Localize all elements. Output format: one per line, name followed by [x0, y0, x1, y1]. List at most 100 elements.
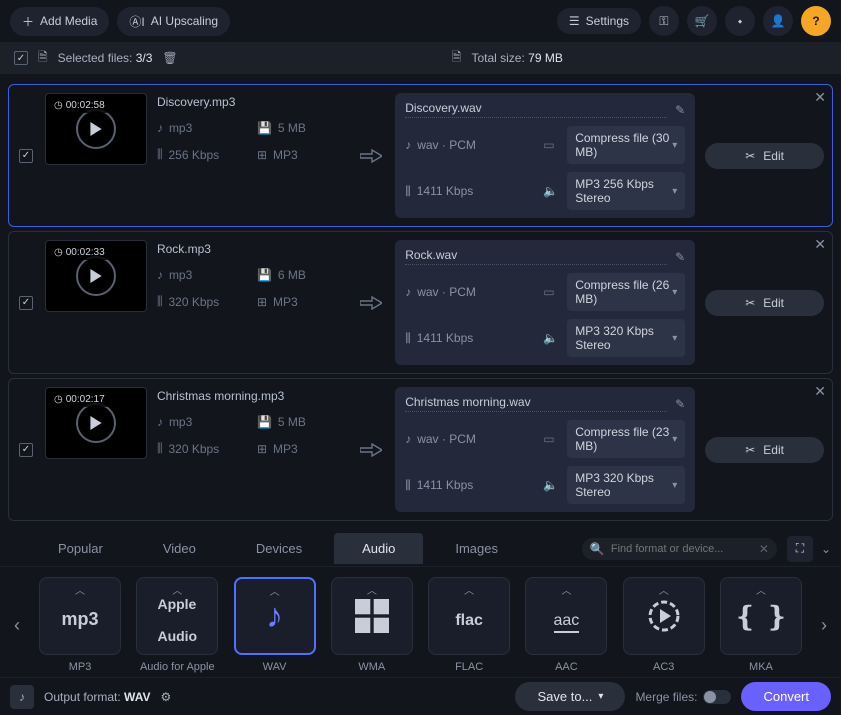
chevron-up-icon: ︿ — [756, 582, 766, 597]
file-thumbnail: ◷00:02:17 — [45, 387, 147, 459]
clear-button[interactable]: 🗑 — [162, 51, 177, 65]
key-icon: ⚿ — [659, 14, 668, 29]
remove-file-button[interactable]: ✕ — [814, 89, 826, 106]
format-card-wma[interactable]: ︿ WMA — [328, 577, 416, 673]
expand-formats-button[interactable]: ⛶ — [787, 536, 813, 562]
file-checkbox[interactable]: ✓ — [19, 296, 33, 310]
file-checkbox[interactable]: ✓ — [19, 443, 33, 457]
format-card-ac3[interactable]: ︿ AC3 — [620, 577, 708, 673]
chevron-up-icon: ︿ — [172, 582, 182, 597]
bars-icon: ⫼ — [405, 331, 411, 346]
quality-dropdown[interactable]: MP3 256 Kbps Stereo▾ — [567, 172, 685, 210]
speaker-icon: 🔈 — [543, 331, 559, 345]
rename-button[interactable]: ✎ — [675, 103, 685, 117]
edit-button[interactable]: ✂ Edit — [705, 437, 824, 463]
format-icon — [355, 599, 389, 633]
clear-search-icon[interactable]: ✕ — [759, 542, 769, 556]
scissors-icon: ✂ — [745, 296, 755, 310]
remove-file-button[interactable]: ✕ — [814, 236, 826, 253]
file-row: ✕ ✓ ◷00:02:58 Discovery.mp3 ♪mp3 💾5 MB ⫼… — [8, 84, 833, 227]
clock-icon: ◷ — [54, 394, 63, 405]
menu-icon: ☰ — [569, 14, 580, 28]
compress-dropdown[interactable]: Compress file (26 MB)▾ — [567, 273, 685, 311]
format-card-mp3[interactable]: ︿ mp3 MP3 — [36, 577, 124, 673]
format-tile: ︿ ❴ ❵ — [720, 577, 802, 655]
bars-icon: ⫼ — [405, 478, 411, 493]
tab-images[interactable]: Images — [427, 533, 526, 564]
format-label: FLAC — [455, 661, 483, 673]
save-to-button[interactable]: Save to... ▾ — [515, 682, 625, 711]
bars-icon: ⫼ — [157, 441, 163, 456]
source-bitrate: ⫼320 Kbps — [157, 294, 227, 309]
quality-dropdown[interactable]: MP3 320 Kbps Stereo▾ — [567, 466, 685, 504]
chevron-down-icon: ▾ — [672, 186, 677, 197]
note-icon: ♪ — [405, 432, 411, 446]
select-all-checkbox[interactable]: ✓ — [14, 51, 28, 65]
chevron-up-icon: ︿ — [367, 582, 377, 597]
cart-button[interactable]: 🛒 — [687, 6, 717, 36]
format-label: WAV — [263, 661, 287, 673]
key-button[interactable]: ⚿ — [649, 6, 679, 36]
ai-upscaling-button[interactable]: ⒶI AI Upscaling — [117, 7, 230, 36]
merge-toggle[interactable] — [703, 690, 731, 704]
source-format: ♪mp3 — [157, 121, 227, 135]
search-input[interactable] — [611, 543, 753, 555]
tab-popular[interactable]: Popular — [30, 533, 131, 564]
ai-icon: ⒶI — [129, 13, 144, 30]
edit-button[interactable]: ✂ Edit — [705, 290, 824, 316]
chevron-up-icon: ︿ — [659, 582, 669, 597]
quality-dropdown[interactable]: MP3 320 Kbps Stereo▾ — [567, 319, 685, 357]
rename-button[interactable]: ✎ — [675, 250, 685, 264]
carousel-next[interactable]: › — [813, 615, 835, 636]
play-button[interactable] — [76, 256, 116, 296]
plus-icon: ＋ — [22, 13, 34, 30]
add-media-button[interactable]: ＋ Add Media — [10, 7, 109, 36]
arrow-icon — [357, 93, 385, 218]
help-button[interactable]: ? — [801, 6, 831, 36]
file-checkbox[interactable]: ✓ — [19, 149, 33, 163]
format-card-aac[interactable]: ︿ aac AAC — [522, 577, 610, 673]
file-row: ✕ ✓ ◷00:02:17 Christmas morning.mp3 ♪mp3… — [8, 378, 833, 521]
merge-label: Merge files: — [635, 690, 697, 704]
share-button[interactable]: ⬩ — [725, 6, 755, 36]
format-tile: ︿ — [623, 577, 705, 655]
convert-button[interactable]: Convert — [741, 682, 831, 711]
destination-panel: Christmas morning.wav ✎ ♪wav · PCM ▭ Com… — [395, 387, 695, 512]
rename-button[interactable]: ✎ — [675, 397, 685, 411]
play-button[interactable] — [76, 403, 116, 443]
user-icon: 👤 — [771, 14, 786, 28]
format-search[interactable]: 🔍 ✕ — [582, 538, 777, 560]
note-icon: ♪ — [157, 268, 163, 282]
format-icon: flac — [455, 600, 483, 632]
collapse-panel-button[interactable]: ⌄ — [821, 542, 831, 556]
account-button[interactable]: 👤 — [763, 6, 793, 36]
format-card-audio-for-apple[interactable]: ︿ AppleAudio Audio for Apple — [133, 577, 221, 673]
chevron-down-icon: ▾ — [672, 140, 677, 151]
format-card-mka[interactable]: ︿ ❴ ❵ MKA — [717, 577, 805, 673]
format-card-wav[interactable]: ︿ ♪ WAV — [231, 577, 319, 673]
format-icon: aac — [554, 600, 580, 632]
compress-icon: ▭ — [543, 285, 559, 299]
remove-file-button[interactable]: ✕ — [814, 383, 826, 400]
format-icon: ♪ — [266, 597, 283, 636]
arrow-icon — [357, 387, 385, 512]
compress-dropdown[interactable]: Compress file (30 MB)▾ — [567, 126, 685, 164]
format-card-flac[interactable]: ︿ flac FLAC — [425, 577, 513, 673]
container-icon: ⊞ — [257, 442, 267, 456]
source-bitrate: ⫼256 Kbps — [157, 147, 227, 162]
duration-badge: ◷00:02:33 — [50, 245, 109, 260]
output-settings-button[interactable]: ⚙ — [161, 690, 172, 704]
tab-devices[interactable]: Devices — [228, 533, 330, 564]
source-filename: Discovery.mp3 — [157, 95, 347, 109]
tab-video[interactable]: Video — [135, 533, 224, 564]
chevron-up-icon: ︿ — [464, 582, 474, 597]
arrow-icon — [357, 240, 385, 365]
edit-button[interactable]: ✂ Edit — [705, 143, 824, 169]
play-button[interactable] — [76, 109, 116, 149]
carousel-prev[interactable]: ‹ — [6, 615, 28, 636]
tab-audio[interactable]: Audio — [334, 533, 423, 564]
bars-icon: ⫼ — [157, 147, 163, 162]
compress-dropdown[interactable]: Compress file (23 MB)▾ — [567, 420, 685, 458]
file-thumbnail: ◷00:02:58 — [45, 93, 147, 165]
settings-button[interactable]: ☰ Settings — [557, 8, 641, 34]
